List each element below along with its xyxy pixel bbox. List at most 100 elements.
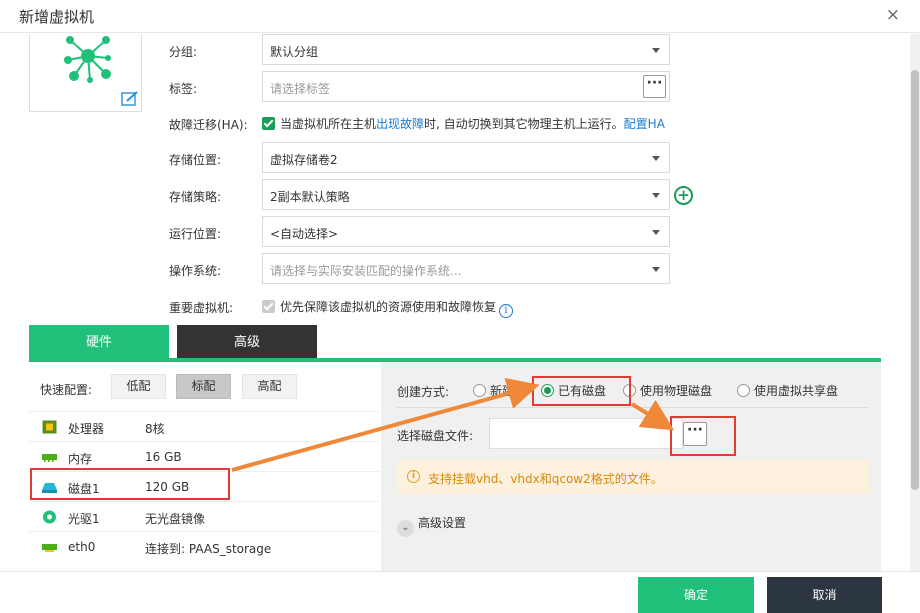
os-select[interactable]: 请选择与实际安装匹配的操作系统... [262, 253, 670, 284]
quick-low-button[interactable]: 低配 [111, 374, 166, 399]
radio-label: 新建磁 [490, 384, 527, 398]
dialog-titlebar: 新增虚拟机 × [0, 0, 920, 33]
edit-icon[interactable] [121, 91, 139, 107]
hw-value: 无光盘镜像 [145, 512, 206, 526]
warning-info-icon: i [407, 470, 420, 483]
hw-row-nic[interactable]: eth0 连接到: PAAS_storage [29, 531, 379, 561]
hw-row-cdrom[interactable]: 光驱1 无光盘镜像 [29, 501, 379, 531]
double-chevron-down-icon: ⌄ [397, 520, 414, 537]
os-label: 操作系统: [169, 264, 222, 278]
hw-name: 内存 [68, 452, 93, 466]
scrollbar-thumb[interactable] [911, 70, 919, 490]
radio-label: 已有磁盘 [558, 384, 607, 398]
group-label: 分组: [169, 45, 198, 59]
notice-text: 支持挂载vhd、vhdx和qcow2格式的文件。 [428, 472, 663, 486]
hw-name: 磁盘1 [68, 482, 100, 496]
disk-file-label: 选择磁盘文件: [397, 429, 474, 443]
radio-physical-disk[interactable]: 使用物理磁盘 [623, 382, 712, 399]
hw-name: eth0 [68, 540, 96, 554]
hw-value: 8核 [145, 422, 165, 436]
run-location-value: <自动选择> [270, 227, 339, 241]
configure-ha-link[interactable]: 配置HA [624, 117, 665, 131]
hardware-panel: 快速配置: 低配 标配 高配 处理器 8核 内存 16 GB 磁盘1 120 G… [29, 362, 379, 571]
run-location-label: 运行位置: [169, 227, 222, 241]
memory-icon [42, 454, 57, 462]
storage-policy-select[interactable]: 2副本默认策略 [262, 179, 670, 210]
tab-hardware[interactable]: 硬件 [29, 325, 169, 360]
important-vm-label: 重要虚拟机: [169, 301, 234, 315]
radio-new-disk[interactable]: 新建磁 [473, 382, 526, 399]
ha-label: 故障迁移(HA): [169, 118, 248, 132]
group-value: 默认分组 [270, 45, 319, 59]
tags-label: 标签: [169, 82, 198, 96]
tab-advanced[interactable]: 高级 [177, 325, 317, 360]
ha-checkbox[interactable] [262, 117, 275, 130]
ha-option: 当虚拟机所在主机出现故障时, 自动切换到其它物理主机上运行。配置HA [262, 115, 665, 132]
group-select[interactable]: 默认分组 [262, 34, 670, 65]
hw-row-cpu[interactable]: 处理器 8核 [29, 411, 379, 441]
tags-browse-button[interactable]: ··· [643, 75, 666, 98]
ha-text-before: 当虚拟机所在主机 [280, 117, 377, 131]
hw-value: 16 GB [145, 450, 182, 464]
hw-row-disk[interactable]: 磁盘1 120 GB [29, 471, 379, 501]
advanced-settings-toggle[interactable]: ⌄ 高级设置 [397, 514, 466, 537]
info-icon[interactable]: i [499, 304, 514, 318]
dialog-title: 新增虚拟机 [19, 8, 95, 26]
scrollbar[interactable] [910, 34, 920, 571]
run-location-select[interactable]: <自动选择> [262, 216, 670, 247]
format-notice: i 支持挂载vhd、vhdx和qcow2格式的文件。 [397, 460, 869, 494]
chevron-down-icon [652, 48, 660, 53]
add-policy-icon[interactable]: + [674, 186, 693, 205]
quick-config-label: 快速配置: [40, 383, 93, 397]
radio-shared-disk[interactable]: 使用虚拟共享盘 [737, 382, 838, 399]
tags-field[interactable]: 请选择标签 ··· [262, 71, 670, 102]
radio-label: 使用虚拟共享盘 [754, 384, 839, 398]
disk-file-browse-button[interactable]: ··· [683, 422, 707, 446]
new-vm-dialog: 新增虚拟机 × 分组: 默认分组 标签: 请选择标签 ··· 故障迁移(HA):… [0, 0, 920, 613]
radio-icon [473, 384, 486, 397]
storage-policy-value: 2副本默认策略 [270, 190, 350, 204]
close-icon[interactable]: × [886, 5, 900, 25]
cpu-icon [42, 420, 57, 434]
ha-text-after: 时, 自动切换到其它物理主机上运行。 [424, 117, 624, 131]
create-method-label: 创建方式: [397, 385, 450, 399]
storage-location-value: 虚拟存储卷2 [270, 153, 338, 167]
chevron-down-icon [652, 230, 660, 235]
quick-high-button[interactable]: 高配 [242, 374, 297, 399]
cancel-button[interactable]: 取消 [767, 577, 882, 613]
advanced-settings-label: 高级设置 [418, 516, 467, 530]
ha-fault-link[interactable]: 出现故障 [376, 117, 424, 131]
chevron-down-icon [652, 156, 660, 161]
radio-icon [541, 384, 554, 397]
hw-name: 光驱1 [68, 512, 100, 526]
storage-policy-label: 存储策略: [169, 190, 222, 204]
radio-icon [737, 384, 750, 397]
cdrom-icon [43, 510, 56, 524]
hw-name: 处理器 [68, 422, 105, 436]
vm-icon-box [29, 34, 142, 112]
confirm-button[interactable]: 确定 [638, 577, 754, 613]
important-vm-option: 优先保障该虚拟机的资源使用和故障恢复 i [262, 298, 514, 318]
important-vm-text: 优先保障该虚拟机的资源使用和故障恢复 [280, 300, 497, 314]
hw-value: 120 GB [145, 480, 190, 494]
disk-settings-panel: 创建方式: 新建磁 已有磁盘 使用物理磁盘 使用虚拟共享盘 选择磁盘文件: ··… [381, 362, 881, 571]
radio-label: 使用物理磁盘 [640, 384, 713, 398]
radio-existing-disk[interactable]: 已有磁盘 [541, 382, 606, 399]
chevron-down-icon [652, 193, 660, 198]
disk-file-input[interactable] [489, 418, 683, 449]
vm-logo-icon [64, 36, 111, 83]
dialog-footer: 确定 取消 [0, 571, 920, 613]
important-vm-checkbox[interactable] [262, 300, 275, 313]
tags-placeholder: 请选择标签 [270, 82, 331, 96]
quick-standard-button[interactable]: 标配 [176, 374, 231, 399]
nic-icon [42, 544, 57, 552]
hw-row-memory[interactable]: 内存 16 GB [29, 441, 379, 471]
radio-icon [623, 384, 636, 397]
disk-icon [42, 483, 57, 493]
storage-location-label: 存储位置: [169, 153, 222, 167]
hw-value: 连接到: PAAS_storage [145, 542, 272, 556]
divider [397, 407, 869, 408]
chevron-down-icon [652, 267, 660, 272]
os-placeholder: 请选择与实际安装匹配的操作系统... [270, 264, 462, 278]
storage-location-select[interactable]: 虚拟存储卷2 [262, 142, 670, 173]
